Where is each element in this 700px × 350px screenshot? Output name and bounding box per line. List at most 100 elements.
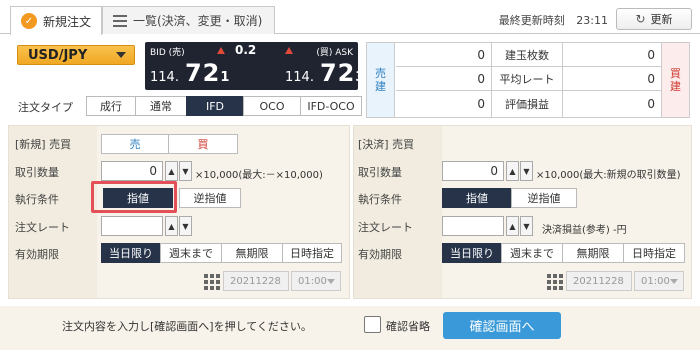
ask-price-big: 72: [319, 59, 356, 87]
new-order-panel: [新規] 売買 売 買 取引数量 0 ▲ ▼ ×10,000(最大:－×10,0…: [8, 125, 350, 299]
settle-exec-stop-button[interactable]: 逆指値: [511, 188, 577, 208]
qty-down-button[interactable]: ▼: [179, 161, 192, 181]
footer-instruction: 注文内容を入力し[確認画面へ]を押してください。: [62, 320, 312, 333]
position-row-label: 評価損益: [491, 91, 563, 117]
order-type-label: 注文タイプ: [18, 101, 73, 114]
calendar-icon[interactable]: [203, 273, 220, 290]
settle-qty-down-button[interactable]: ▼: [520, 161, 533, 181]
settle-order-panel: [決済] 売買 取引数量 0 ▲ ▼ ×10,000(最大:新規の取引数量) 執…: [353, 125, 692, 299]
new-expiry-today-button[interactable]: 当日限り: [101, 243, 161, 263]
new-expiry-unlimited-button[interactable]: 無期限: [221, 243, 283, 263]
new-expiry-time-select[interactable]: 01:00: [291, 271, 341, 291]
settle-expiry-unlimited-button[interactable]: 無期限: [562, 243, 624, 263]
last-update-time: 23:11: [576, 14, 608, 27]
new-rate-label: 注文レート: [15, 221, 70, 234]
new-qty-input[interactable]: 0: [101, 161, 163, 181]
chevron-down-icon: [116, 52, 126, 58]
new-exec-label: 執行条件: [15, 193, 59, 206]
sell-button[interactable]: 売: [101, 134, 169, 154]
spread-value: 0.2: [235, 43, 257, 57]
position-sell-value: 0: [477, 97, 485, 111]
chevron-down-icon: [670, 279, 678, 284]
settle-expiry-date-field[interactable]: 20211228: [566, 271, 632, 291]
position-sell-value: 0: [396, 67, 491, 91]
buy-position-label: 買建: [661, 43, 689, 117]
bid-price-prefix: 114.: [150, 70, 179, 85]
new-rate-input[interactable]: [101, 216, 163, 236]
check-icon: ✓: [21, 13, 37, 29]
position-buy-value: 0: [563, 67, 661, 91]
currency-pair-select[interactable]: USD/JPY: [17, 45, 135, 65]
rate-down-button[interactable]: ▼: [179, 216, 192, 236]
refresh-label: 更新: [650, 13, 673, 26]
new-expiry-date-field[interactable]: 20211228: [223, 271, 289, 291]
settle-rate-label: 注文レート: [358, 221, 413, 234]
settle-expiry-datetime-button[interactable]: 日時指定: [623, 243, 685, 263]
new-expiry-time-value: 01:00: [298, 275, 327, 287]
position-buy-value: 0: [563, 43, 661, 67]
new-exec-stop-button[interactable]: 逆指値: [179, 188, 241, 208]
buy-button[interactable]: 買: [168, 134, 238, 154]
last-update-label: 最終更新時刻: [498, 14, 565, 27]
settle-exec-label: 執行条件: [358, 193, 402, 206]
bid-label: BID (売): [150, 48, 185, 58]
settle-expiry-label: 有効期限: [358, 248, 402, 261]
settle-pl-note: 決済損益(参考) -円: [542, 225, 627, 236]
arrow-up-icon: [285, 47, 293, 54]
settle-expiry-weekend-button[interactable]: 週末まで: [501, 243, 563, 263]
settle-rate-input[interactable]: [442, 216, 504, 236]
price-panel: BID (売) 0.2 (買) ASK 114. 721 114. 723: [145, 42, 364, 90]
refresh-button[interactable]: ↻ 更新: [616, 8, 692, 30]
last-update: 最終更新時刻 23:11: [499, 12, 608, 28]
position-buy-value: 0: [647, 97, 655, 111]
new-qty-label: 取引数量: [15, 166, 59, 179]
settle-expiry-time-select[interactable]: 01:00: [634, 271, 684, 291]
list-icon: [113, 14, 127, 27]
settle-side-label: [決済] 売買: [358, 138, 415, 151]
settle-exec-limit-button[interactable]: 指値: [442, 188, 512, 208]
calendar-icon[interactable]: [546, 273, 563, 290]
skip-confirm-label[interactable]: 確認省略: [386, 318, 430, 334]
position-sell-value: 0: [396, 43, 491, 67]
settle-rate-up-button[interactable]: ▲: [506, 216, 519, 236]
settle-qty-note: ×10,000(最大:新規の取引数量): [536, 170, 681, 181]
order-type-normal[interactable]: 通常: [135, 96, 187, 116]
currency-pair-value: USD/JPY: [28, 47, 88, 63]
position-row-label: 建玉枚数: [491, 43, 563, 67]
order-type-market[interactable]: 成行: [86, 96, 136, 116]
bid-price[interactable]: 114. 721: [150, 59, 229, 87]
arrow-up-icon: [217, 47, 225, 54]
new-side-label: [新規] 売買: [15, 138, 72, 151]
tab-order-list[interactable]: 一覧(決済、変更・取消): [102, 6, 275, 34]
bid-price-big: 72: [184, 59, 221, 87]
settle-expiry-time-value: 01:00: [641, 275, 670, 287]
buy-position-text: 買建: [670, 67, 681, 93]
tab-new-order-label: 新規注文: [43, 14, 92, 29]
refresh-icon: ↻: [635, 12, 646, 26]
new-expiry-datetime-button[interactable]: 日時指定: [282, 243, 342, 263]
order-type-oco[interactable]: OCO: [243, 96, 301, 116]
tab-new-order[interactable]: ✓ 新規注文: [10, 6, 102, 35]
order-type-ifd[interactable]: IFD: [186, 96, 244, 116]
confirm-screen-button[interactable]: 確認画面へ: [443, 312, 561, 339]
qty-up-button[interactable]: ▲: [165, 161, 178, 181]
settle-rate-down-button[interactable]: ▼: [520, 216, 533, 236]
chevron-down-icon: [327, 279, 335, 284]
tab-order-list-label: 一覧(決済、変更・取消): [133, 14, 263, 28]
tab-bar: ✓ 新規注文 一覧(決済、変更・取消) 最終更新時刻 23:11 ↻ 更新: [0, 0, 700, 35]
new-expiry-weekend-button[interactable]: 週末まで: [160, 243, 222, 263]
highlight-annotation: [91, 181, 177, 213]
new-expiry-label: 有効期限: [15, 248, 59, 261]
skip-confirm-checkbox[interactable]: [364, 316, 381, 333]
new-qty-note: ×10,000(最大:－×10,000): [195, 170, 323, 181]
settle-qty-up-button[interactable]: ▲: [506, 161, 519, 181]
order-type-ifd-oco[interactable]: IFD-OCO: [300, 96, 362, 116]
ask-label: (買) ASK: [316, 48, 353, 58]
ask-price[interactable]: 114. 723: [285, 59, 364, 87]
position-row-label: 平均レート: [491, 67, 563, 91]
settle-qty-label: 取引数量: [358, 166, 402, 179]
settle-expiry-today-button[interactable]: 当日限り: [442, 243, 502, 263]
bid-price-small: 1: [220, 70, 230, 85]
rate-up-button[interactable]: ▲: [165, 216, 178, 236]
settle-qty-input[interactable]: 0: [442, 161, 504, 181]
